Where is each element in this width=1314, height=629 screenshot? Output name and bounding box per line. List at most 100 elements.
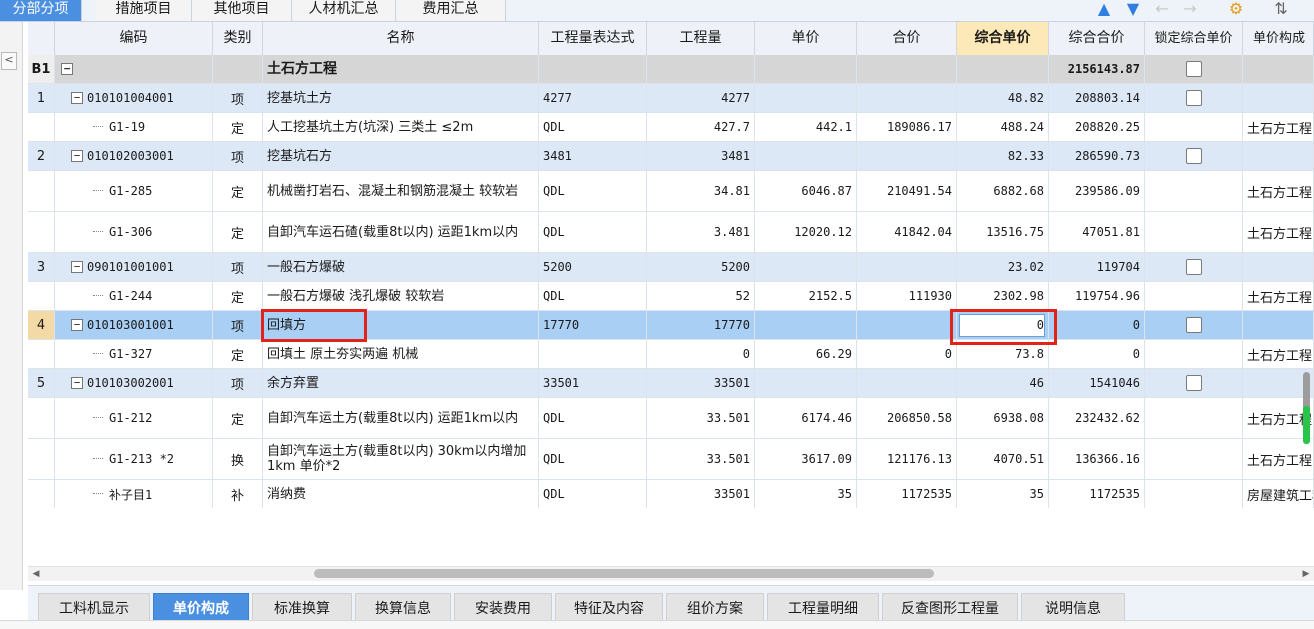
cell-expr[interactable]: QDL bbox=[539, 398, 647, 438]
cell-comp[interactable] bbox=[1243, 142, 1314, 170]
tab-qita[interactable]: 其他项目 bbox=[192, 0, 292, 21]
cell-type[interactable]: 定 bbox=[213, 212, 263, 252]
tab-huansuanxinxi[interactable]: 换算信息 bbox=[355, 593, 451, 623]
cell-unit-total[interactable]: 48.82 bbox=[957, 84, 1049, 112]
cell-expr[interactable]: 33501 bbox=[539, 369, 647, 397]
cell-locked[interactable] bbox=[1145, 282, 1243, 310]
cell-total[interactable]: 121176.13 bbox=[857, 439, 957, 479]
cell-type[interactable]: 定 bbox=[213, 398, 263, 438]
cell-comp[interactable] bbox=[1243, 55, 1314, 83]
cell-name[interactable]: 一般石方爆破 浅孔爆破 较软岩 bbox=[263, 282, 539, 310]
tab-cuoshi[interactable]: 措施项目 bbox=[96, 0, 192, 21]
cell-price[interactable] bbox=[755, 55, 857, 83]
cell-sum-total[interactable]: 1541046 bbox=[1049, 369, 1145, 397]
cell-unit-total[interactable] bbox=[957, 55, 1049, 83]
table-row-sub-item[interactable]: G1-327 定回填土 原土夯实两遍 机械 0 66.29 0 73.8 0 土石方工程 bbox=[28, 340, 1314, 369]
lock-price-checkbox[interactable] bbox=[1185, 259, 1202, 275]
cell-unit-total[interactable]: 23.02 bbox=[957, 253, 1049, 281]
tab-anzhuangfeiyong[interactable]: 安装费用 bbox=[454, 593, 552, 623]
cell-name[interactable]: 人工挖基坑土方(坑深) 三类土 ≤2m bbox=[263, 113, 539, 141]
header-name[interactable]: 名称 bbox=[263, 22, 539, 55]
cell-total[interactable]: 206850.58 bbox=[857, 398, 957, 438]
move-left-icon[interactable]: ← bbox=[1152, 0, 1172, 20]
collapse-tree-icon[interactable]: − bbox=[71, 377, 83, 389]
cell-code[interactable]: −010103002001 bbox=[55, 369, 213, 397]
cell-sum-total[interactable]: 136366.16 bbox=[1049, 439, 1145, 479]
cell-code[interactable]: G1-306 bbox=[55, 212, 213, 252]
cell-qty[interactable]: 4277 bbox=[647, 84, 755, 112]
cell-type[interactable]: 项 bbox=[213, 253, 263, 281]
cell-expr[interactable]: 17770 bbox=[539, 311, 647, 339]
cell-expr[interactable]: QDL bbox=[539, 171, 647, 211]
cell-qty[interactable]: 33501 bbox=[647, 369, 755, 397]
cell-price[interactable] bbox=[755, 142, 857, 170]
cell-sum-total[interactable]: 0 bbox=[1049, 311, 1145, 339]
cell-total[interactable] bbox=[857, 311, 957, 339]
cell-total[interactable]: 189086.17 bbox=[857, 113, 957, 141]
cell-qty[interactable]: 427.7 bbox=[647, 113, 755, 141]
cell-total[interactable]: 210491.54 bbox=[857, 171, 957, 211]
cell-num[interactable] bbox=[28, 171, 55, 211]
cell-total[interactable] bbox=[857, 369, 957, 397]
cell-code[interactable]: G1-285 bbox=[55, 171, 213, 211]
cell-expr[interactable]: QDL bbox=[539, 439, 647, 479]
cell-type[interactable]: 项 bbox=[213, 142, 263, 170]
cell-code[interactable]: − bbox=[55, 55, 213, 83]
cell-code[interactable]: −010103001001 bbox=[55, 311, 213, 339]
move-down-icon[interactable]: ▼ bbox=[1123, 0, 1143, 20]
cell-unit-total[interactable]: 6938.08 bbox=[957, 398, 1049, 438]
cell-price[interactable] bbox=[755, 84, 857, 112]
cell-expr[interactable]: 3481 bbox=[539, 142, 647, 170]
header-price[interactable]: 单价 bbox=[755, 22, 857, 55]
collapse-tree-icon[interactable]: − bbox=[71, 92, 83, 104]
cell-qty[interactable]: 33501 bbox=[647, 480, 755, 508]
cell-sum-total[interactable]: 2156143.87 bbox=[1049, 55, 1145, 83]
cell-name[interactable]: 一般石方爆破 bbox=[263, 253, 539, 281]
tab-rencaiji[interactable]: 人材机汇总 bbox=[292, 0, 396, 21]
cell-locked[interactable] bbox=[1145, 84, 1243, 112]
tab-gongchengliangmingxi[interactable]: 工程量明细 bbox=[767, 593, 879, 623]
cell-price[interactable] bbox=[755, 253, 857, 281]
cell-unit-total[interactable]: 4070.51 bbox=[957, 439, 1049, 479]
cell-locked[interactable] bbox=[1145, 480, 1243, 508]
cell-code[interactable]: G1-327 bbox=[55, 340, 213, 368]
cell-qty[interactable]: 52 bbox=[647, 282, 755, 310]
cell-num[interactable]: 1 bbox=[28, 84, 55, 112]
cell-type[interactable]: 补 bbox=[213, 480, 263, 508]
cell-num[interactable] bbox=[28, 340, 55, 368]
cell-price[interactable] bbox=[755, 369, 857, 397]
tab-danjiagoucheng[interactable]: 单价构成 bbox=[153, 593, 249, 623]
cell-sum-total[interactable]: 47051.81 bbox=[1049, 212, 1145, 252]
cell-num[interactable] bbox=[28, 212, 55, 252]
cell-sum-total[interactable]: 239586.09 bbox=[1049, 171, 1145, 211]
cell-comp[interactable]: 土石方工程 bbox=[1243, 282, 1314, 310]
table-row-sub-item[interactable]: G1-212 定自卸汽车运土方(载重8t以内) 运距1km以内 QDL 33.501 6… bbox=[28, 398, 1314, 439]
cell-expr[interactable]: 5200 bbox=[539, 253, 647, 281]
tab-gongliaoji[interactable]: 工料机显示 bbox=[38, 593, 150, 623]
cell-name[interactable]: 土石方工程 bbox=[263, 55, 539, 83]
cell-unit-total[interactable]: 488.24 bbox=[957, 113, 1049, 141]
cell-code[interactable]: 补子目1 bbox=[55, 480, 213, 508]
cell-qty[interactable]: 33.501 bbox=[647, 398, 755, 438]
lock-price-checkbox[interactable] bbox=[1185, 61, 1202, 77]
cell-qty[interactable]: 3481 bbox=[647, 142, 755, 170]
cell-total[interactable] bbox=[857, 84, 957, 112]
cell-comp[interactable] bbox=[1243, 311, 1314, 339]
cell-unit-total[interactable]: 6882.68 bbox=[957, 171, 1049, 211]
table-row-item[interactable]: 5−010103002001 项余方弃置 33501 33501 46 1541046 bbox=[28, 369, 1314, 398]
cell-sum-total[interactable]: 286590.73 bbox=[1049, 142, 1145, 170]
cell-qty[interactable]: 17770 bbox=[647, 311, 755, 339]
cell-comp[interactable]: 土石方工程 bbox=[1243, 171, 1314, 211]
cell-price[interactable]: 6046.87 bbox=[755, 171, 857, 211]
lock-price-checkbox[interactable] bbox=[1185, 375, 1202, 391]
cell-code[interactable]: G1-244 bbox=[55, 282, 213, 310]
cell-name[interactable]: 自卸汽车运土方(载重8t以内) 运距1km以内 bbox=[263, 398, 539, 438]
tab-shuomingxinxi[interactable]: 说明信息 bbox=[1021, 593, 1125, 623]
tab-feiyong[interactable]: 费用汇总 bbox=[396, 0, 506, 21]
collapse-tree-icon[interactable]: − bbox=[61, 63, 73, 75]
scroll-right-icon[interactable]: ▶ bbox=[1300, 567, 1312, 581]
table-row-item[interactable]: 1−010101004001 项挖基坑土方 4277 4277 48.82 208803.… bbox=[28, 84, 1314, 113]
cell-sum-total[interactable]: 1172535 bbox=[1049, 480, 1145, 508]
cell-unit-total[interactable]: 2302.98 bbox=[957, 282, 1049, 310]
header-locked[interactable]: 锁定综合单价 bbox=[1145, 22, 1243, 55]
